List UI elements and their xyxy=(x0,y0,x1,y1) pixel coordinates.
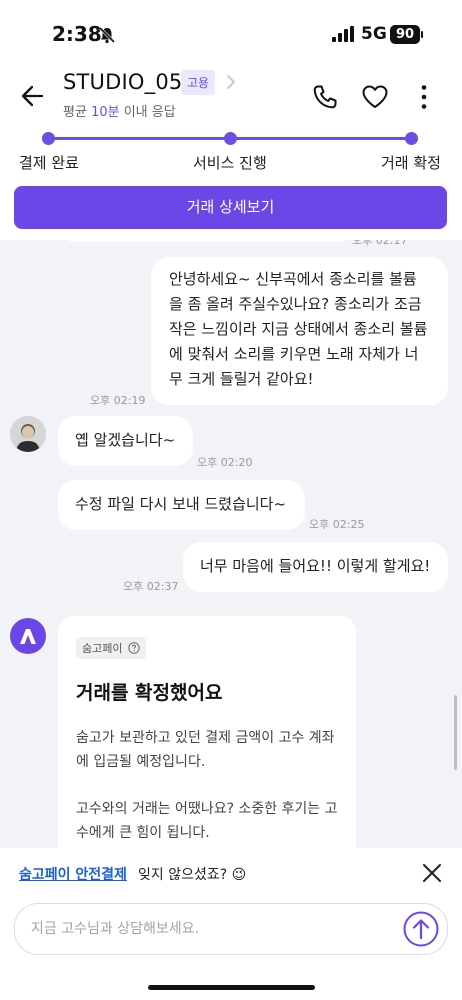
message-text: 안녕하세요~ 신부곡에서 종소리를 볼륨을 좀 올려 주실수있나요? 종소리가 … xyxy=(169,270,428,388)
phone-icon[interactable] xyxy=(312,84,338,110)
step-payment-complete: 결제 완료 xyxy=(19,154,79,172)
battery-icon: 90 xyxy=(390,25,420,44)
progress-dot-2 xyxy=(224,132,237,145)
send-arrow-icon[interactable] xyxy=(403,911,439,947)
status-bar: 2:38 5G 90 xyxy=(0,0,462,60)
message-bubble-sent: 안녕하세요~ 신부곡에서 종소리를 볼륨을 좀 올려 주실수있나요? 종소리가 … xyxy=(151,257,448,405)
soomgo-logo-icon xyxy=(20,629,36,644)
pay-card-review-text: 고수와의 거래는 어땠나요? 소중한 후기는 고수에게 큰 힘이 됩니다. xyxy=(76,801,338,841)
progress-dot-1 xyxy=(42,132,55,145)
top-panel: 2:38 5G 90 STUDIO_05 고용 평균 10분 이내 응답 결제 … xyxy=(0,0,462,240)
response-value: 10분 xyxy=(91,105,120,120)
hire-badge: 고용 xyxy=(181,70,216,95)
status-time: 2:38 xyxy=(52,22,102,46)
network-label: 5G xyxy=(361,24,387,44)
response-time: 평균 10분 이내 응답 xyxy=(63,101,176,120)
message-text: 옙 알겠습니다~ xyxy=(75,431,176,449)
notice-text: 잊지 않으셨죠? 😉 xyxy=(138,867,247,883)
message-bubble-received: 수정 파일 다시 보내 드렸습니다~ xyxy=(58,480,305,530)
pay-card-body: 숨고가 보관하고 있던 결제 금액이 고수 계좌에 입금될 예정입니다. xyxy=(76,730,335,770)
message-time: 오후 02:17 xyxy=(352,240,408,247)
pay-tag: 숨고페이 xyxy=(76,637,146,659)
message-time: 오후 02:19 xyxy=(90,394,146,407)
battery-tip xyxy=(421,31,423,38)
close-icon[interactable] xyxy=(421,862,443,884)
message-text: 너무 마음에 들어요!! 이렇게 할게요! xyxy=(200,557,431,575)
home-indicator xyxy=(148,985,315,990)
message-bubble-sent: 너무 마음에 들어요!! 이렇게 할게요! xyxy=(183,542,448,592)
progress-dot-3 xyxy=(405,132,418,145)
safe-payment-link[interactable]: 숨고페이 안전결제 xyxy=(19,864,127,884)
step-deal-confirmed: 거래 확정 xyxy=(381,154,441,172)
deal-detail-button[interactable]: 거래 상세보기 xyxy=(14,186,447,229)
safe-payment-notice: 숨고페이 안전결제 잊지 않으셨죠? 😉 xyxy=(0,848,462,898)
pay-tag-label: 숨고페이 xyxy=(82,642,123,655)
message-bubble-received: 옙 알겠습니다~ xyxy=(58,416,193,466)
deal-progress: 결제 완료 서비스 진행 거래 확정 xyxy=(0,130,462,180)
message-time: 오후 02:37 xyxy=(123,580,179,593)
response-suffix: 이내 응답 xyxy=(123,105,176,120)
message-time: 오후 02:25 xyxy=(309,518,365,531)
help-circle-icon[interactable] xyxy=(128,642,140,654)
back-arrow-icon[interactable] xyxy=(20,85,44,107)
chevron-right-icon[interactable] xyxy=(226,74,236,90)
message-input[interactable] xyxy=(14,903,448,955)
signal-icon xyxy=(332,26,354,42)
partner-avatar[interactable] xyxy=(10,416,46,452)
avatar-photo xyxy=(10,416,46,452)
soomgo-avatar xyxy=(10,618,46,654)
message-bubble-partial xyxy=(58,240,356,242)
response-prefix: 평균 xyxy=(63,105,87,120)
chat-header: STUDIO_05 고용 평균 10분 이내 응답 xyxy=(0,60,462,130)
chat-messages[interactable]: 오후 02:17 안녕하세요~ 신부곡에서 종소리를 볼륨을 좀 올려 주실수있… xyxy=(0,240,462,848)
bell-muted-icon xyxy=(98,26,116,44)
soomgo-pay-card: 숨고페이 거래를 확정했어요 숨고가 보관하고 있던 결제 금액이 고수 계좌에… xyxy=(58,616,356,848)
message-text: 수정 파일 다시 보내 드렸습니다~ xyxy=(75,495,287,513)
more-vertical-icon[interactable] xyxy=(420,84,428,110)
chat-scrollbar[interactable] xyxy=(454,695,457,770)
step-service-in-progress: 서비스 진행 xyxy=(193,154,267,172)
pay-card-title: 거래를 확정했어요 xyxy=(76,682,223,704)
partner-name[interactable]: STUDIO_05 xyxy=(63,70,182,94)
message-time: 오후 02:20 xyxy=(197,456,253,469)
heart-icon[interactable] xyxy=(361,84,389,110)
